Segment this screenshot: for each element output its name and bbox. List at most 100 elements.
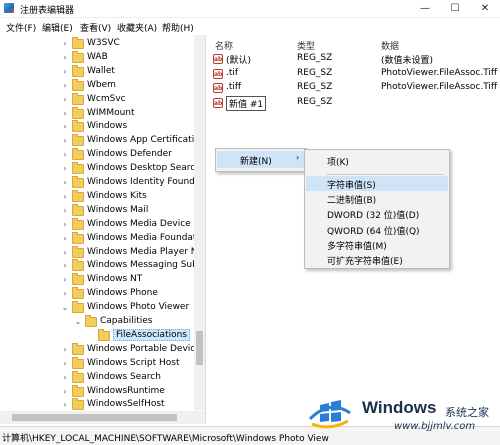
expand-chevron-icon[interactable]: › [60, 273, 70, 287]
close-button[interactable]: ✕ [470, 0, 500, 17]
expand-chevron-icon[interactable]: › [60, 357, 70, 371]
menu-view[interactable]: 查看(V) [80, 21, 111, 34]
tree-item[interactable]: › Windows Defender [0, 148, 195, 162]
minimize-button[interactable]: — [410, 0, 440, 17]
expand-chevron-icon[interactable]: › [60, 371, 70, 385]
tree-item[interactable]: › WIMMount [0, 106, 195, 121]
tree-hscroll-thumb[interactable] [12, 414, 177, 421]
column-header-type[interactable]: 类型 [297, 39, 315, 52]
submenu-item-label: 多字符串值(M) [327, 241, 387, 252]
tree-item[interactable]: › Windows Desktop Search [0, 162, 201, 176]
submenu-item-dword-value[interactable]: DWORD (32 位)值(D) [306, 206, 448, 221]
tree-item[interactable]: › Windows Media Foundatic [0, 231, 204, 246]
submenu-item-label: 字符串值(S) [327, 181, 376, 191]
tree-item[interactable]: › Windows Phone [0, 287, 195, 301]
expand-chevron-icon[interactable]: › [60, 37, 70, 51]
tree-scroll-thumb[interactable] [196, 331, 203, 365]
submenu-item-string-value[interactable]: 字符串值(S) [306, 176, 448, 191]
tree-item[interactable]: FileAssociations [0, 328, 195, 343]
tree-item[interactable]: › Windows App Certification [0, 134, 205, 148]
expand-chevron-icon[interactable]: › [60, 120, 70, 134]
expand-chevron-icon[interactable]: › [60, 287, 70, 301]
string-value-icon: ab [213, 97, 223, 108]
tree-item[interactable]: › Windows [0, 120, 195, 134]
new-label: 新建(N) [240, 157, 272, 167]
tree-horizontal-scrollbar[interactable] [0, 411, 205, 424]
menu-edit[interactable]: 编辑(E) [42, 21, 73, 34]
expand-chevron-icon[interactable]: › [60, 204, 70, 218]
tree-item[interactable]: › Windows Kits [0, 189, 195, 204]
tree-item-label: FileAssociations [113, 328, 190, 341]
watermark-url: www.bjjmlv.com [394, 421, 476, 432]
submenu-item-label: 二进制值(B) [327, 196, 377, 207]
tree-item[interactable]: › Windows Messaging Subs [0, 259, 203, 273]
menu-bar: 文件(F) 编辑(E) 查看(V) 收藏夹(A) 帮助(H) [0, 18, 500, 34]
submenu-item-key-label: 项(K) [327, 158, 349, 168]
folder-icon [72, 176, 84, 188]
expand-chevron-icon[interactable]: › [60, 51, 70, 65]
maximize-button[interactable]: ☐ [440, 0, 470, 17]
menu-file[interactable]: 文件(F) [6, 21, 36, 34]
tree-item[interactable]: ⌄ Windows Photo Viewer [0, 301, 195, 315]
windows-logo-icon [308, 400, 351, 429]
column-header-name[interactable]: 名称 [215, 39, 233, 52]
folder-icon [72, 370, 84, 383]
tree-item[interactable]: › W3SVC [0, 37, 195, 51]
tree-item[interactable]: › Windows Script Host [0, 356, 195, 371]
expand-chevron-icon[interactable]: › [60, 218, 70, 232]
folder-icon [72, 245, 84, 258]
value-type: REG_SZ [297, 96, 333, 107]
expand-chevron-icon[interactable]: › [60, 79, 70, 93]
value-name-edit-field[interactable]: 新值 #1 [226, 95, 267, 111]
submenu-item-expandable-string-value[interactable]: 可扩充字符串值(E) [306, 252, 448, 267]
folder-icon [72, 342, 84, 355]
expand-chevron-icon[interactable]: › [60, 162, 70, 176]
folder-icon [72, 106, 84, 119]
expand-chevron-icon[interactable]: › [60, 190, 70, 204]
expand-chevron-icon[interactable]: › [60, 232, 70, 246]
expand-chevron-icon[interactable]: › [60, 134, 70, 148]
menu-item-new[interactable]: 新建(N) › [217, 151, 305, 168]
folder-icon [72, 134, 84, 147]
submenu-item-binary-value[interactable]: 二进制值(B) [306, 191, 448, 206]
expand-chevron-icon[interactable]: › [60, 246, 70, 260]
tree-item[interactable]: › Windows NT [0, 273, 195, 287]
tree-item[interactable]: ⌄ Capabilities [0, 315, 195, 329]
tree-item[interactable]: › Wbem [0, 78, 195, 93]
tree-vertical-scrollbar[interactable] [194, 35, 205, 410]
collapse-chevron-icon[interactable]: ⌄ [60, 301, 70, 315]
submenu-item-multi-string-value[interactable]: 多字符串值(M) [306, 237, 448, 252]
tree-item[interactable]: › Wallet [0, 64, 195, 79]
collapse-chevron-icon[interactable]: ⌄ [73, 315, 83, 329]
tree-item[interactable]: › WcmSvc [0, 92, 195, 107]
tree-item-label: Wbem [87, 79, 116, 90]
value-row[interactable]: ab (默认) REG_SZ (数值未设置) [207, 52, 500, 66]
expand-chevron-icon[interactable]: › [60, 176, 70, 190]
tree-item[interactable]: › Windows Mail [0, 203, 195, 218]
value-data: (数值未设置) [381, 56, 434, 66]
expand-chevron-icon[interactable]: › [60, 259, 70, 273]
tree-item[interactable]: › Windows Portable Devices [0, 342, 205, 357]
menu-help[interactable]: 帮助(H) [162, 21, 194, 34]
tree-item[interactable]: › WindowsRuntime [0, 384, 195, 399]
expand-chevron-icon[interactable]: › [60, 385, 70, 399]
expand-chevron-icon[interactable]: › [60, 343, 70, 357]
tree-item[interactable]: › Windows Media Player NS [0, 245, 203, 260]
tree-item[interactable]: › Windows Media Device M [0, 217, 201, 232]
menu-favorites[interactable]: 收藏夹(A) [117, 21, 157, 34]
expand-chevron-icon[interactable]: › [60, 93, 70, 107]
expand-chevron-icon[interactable]: › [60, 148, 70, 162]
submenu-item-key[interactable]: 项(K) [306, 153, 448, 168]
string-value-icon: ab [213, 68, 223, 79]
tree-item[interactable]: › Windows Search [0, 370, 195, 385]
column-header-data[interactable]: 数据 [381, 39, 399, 52]
value-row[interactable]: ab .tiff REG_SZ PhotoViewer.FileAssoc.Tiff [207, 81, 500, 95]
value-row[interactable]: ab .tif REG_SZ PhotoViewer.FileAssoc.Tiff [207, 67, 500, 81]
submenu-item-qword-value[interactable]: QWORD (64 位)值(Q) [306, 222, 448, 237]
tree-item[interactable]: › WAB [0, 50, 195, 65]
tree-item[interactable]: › Windows Identity Foundati [0, 176, 205, 190]
expand-chevron-icon[interactable]: › [60, 107, 70, 121]
tree-item-label: Windows NT [87, 274, 143, 285]
expand-chevron-icon[interactable]: › [60, 65, 70, 79]
value-row[interactable]: ab 新值 #1 REG_SZ [207, 95, 500, 111]
